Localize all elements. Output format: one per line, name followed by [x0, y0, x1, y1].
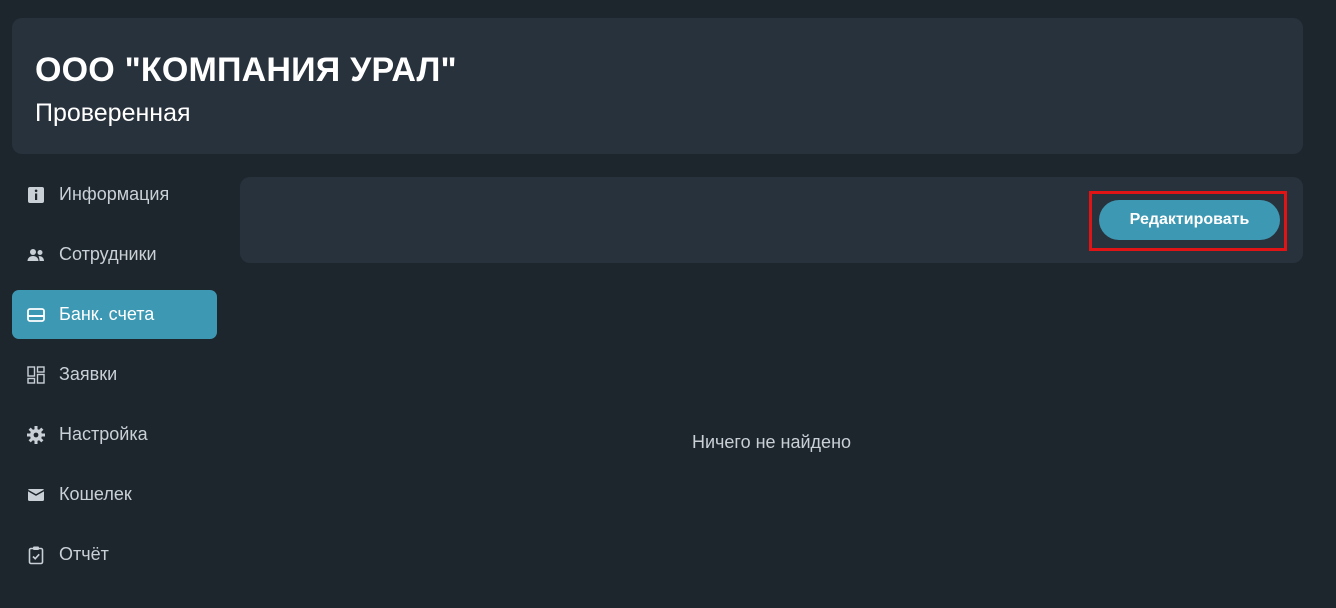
sidebar-item-label: Сотрудники [59, 244, 157, 264]
sidebar-item-wallet[interactable]: Кошелек [12, 470, 217, 519]
info-icon [26, 185, 46, 205]
edit-button[interactable]: Редактировать [1099, 200, 1280, 240]
sidebar-item-label: Настройка [59, 424, 148, 444]
sidebar-item-label: Кошелек [59, 484, 132, 504]
toolbar-panel: Редактировать [240, 177, 1303, 263]
sidebar-nav: Информация Сотрудники Банк. счета Заявки… [12, 170, 217, 590]
company-status: Проверенная [35, 99, 191, 127]
people-icon [26, 245, 46, 265]
sidebar-item-report[interactable]: Отчёт [12, 530, 217, 579]
sidebar-item-requests[interactable]: Заявки [12, 350, 217, 399]
sidebar-item-info[interactable]: Информация [12, 170, 217, 219]
company-header: ООО "КОМПАНИЯ УРАЛ" Проверенная [12, 18, 1303, 154]
empty-state-message: Ничего не найдено [691, 432, 852, 452]
gear-icon [26, 425, 46, 445]
card-icon [26, 305, 46, 325]
clipboard-icon [26, 545, 46, 565]
sidebar-item-label: Отчёт [59, 544, 109, 564]
company-name: ООО "КОМПАНИЯ УРАЛ" [35, 51, 457, 89]
sidebar-item-label: Информация [59, 184, 170, 204]
sidebar-item-label: Заявки [59, 364, 118, 384]
grid-icon [26, 365, 46, 385]
wallet-icon [26, 485, 46, 505]
sidebar-item-label: Банк. счета [59, 304, 155, 324]
sidebar-item-settings[interactable]: Настройка [12, 410, 217, 459]
sidebar-item-bank-accounts[interactable]: Банк. счета [12, 290, 217, 339]
sidebar-item-employees[interactable]: Сотрудники [12, 230, 217, 279]
